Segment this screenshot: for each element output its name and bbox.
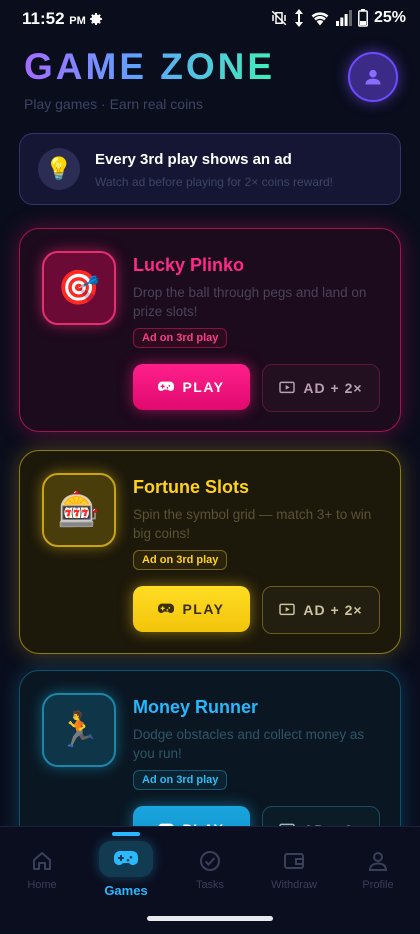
ad-badge: Ad on 3rd play <box>133 328 228 348</box>
game-card-fortune-slots: 🎰 Fortune Slots Spin the symbol grid — m… <box>19 450 401 654</box>
ad-video-icon <box>279 603 296 616</box>
status-time-value: 11:52 <box>22 9 65 28</box>
data-arrows-icon <box>294 9 303 27</box>
battery-icon <box>358 9 368 27</box>
nav-pill <box>99 841 153 877</box>
game-title: Fortune Slots <box>133 477 249 497</box>
battery-percent: 25% <box>373 9 406 26</box>
game-title: Money Runner <box>133 697 259 717</box>
ad-badge: Ad on 3rd play <box>133 550 228 570</box>
target-icon: 🎯 <box>42 251 116 325</box>
nav-item-home[interactable]: Home <box>0 827 84 917</box>
play-label: PLAY <box>182 379 225 395</box>
status-right: 25% <box>270 9 406 27</box>
wifi-icon <box>311 12 329 26</box>
home-indicator[interactable] <box>147 916 273 921</box>
active-indicator <box>112 832 140 836</box>
ad-badge: Ad on 3rd play <box>133 770 228 790</box>
nav-label: Withdraw <box>271 879 317 891</box>
play-button[interactable]: PLAY <box>133 586 250 632</box>
vibrate-off-icon <box>271 10 287 26</box>
person-icon <box>365 69 381 85</box>
lightbulb-icon: 💡 <box>38 148 80 190</box>
nav-label: Tasks <box>195 879 225 891</box>
wallet-icon <box>284 853 304 869</box>
nav-item-games[interactable]: Games <box>84 827 168 917</box>
page-subtitle: Play games · Earn real coins <box>24 96 203 112</box>
banner-title: Every 3rd play shows an ad <box>95 151 292 168</box>
ad-label: AD + 2× <box>303 380 363 396</box>
watch-ad-button[interactable]: AD + 2× <box>262 586 380 634</box>
profile-avatar-button[interactable] <box>348 52 398 102</box>
game-title: Lucky Plinko <box>133 255 245 275</box>
status-bar: 11:52 PM 25% <box>0 0 420 38</box>
game-card-lucky-plinko: 🎯 Lucky Plinko Drop the ball through peg… <box>19 228 401 432</box>
slot-machine-icon: 🎰 <box>42 473 116 547</box>
nav-item-withdraw[interactable]: Withdraw <box>252 827 336 917</box>
ad-label: AD + 2× <box>303 602 363 618</box>
nav-item-profile[interactable]: Profile <box>336 827 420 917</box>
status-ampm: PM <box>69 15 86 27</box>
signal-icon <box>335 10 352 26</box>
game-description: Drop the ball through pegs and land on p… <box>133 285 367 319</box>
ad-info-banner: 💡 Every 3rd play shows an ad Watch ad be… <box>19 133 401 205</box>
nav-label: Games <box>104 883 148 898</box>
nav-item-tasks[interactable]: Tasks <box>168 827 252 917</box>
gamepad-icon <box>158 381 175 391</box>
play-label: PLAY <box>182 601 225 617</box>
home-icon <box>33 852 51 870</box>
page-title: GAME ZONE <box>24 46 276 87</box>
game-description: Dodge obstacles and collect money as you… <box>133 727 365 761</box>
banner-subtitle: Watch ad before playing for 2× coins rew… <box>95 175 334 189</box>
runner-icon: 🏃 <box>42 693 116 767</box>
game-description: Spin the symbol grid — match 3+ to win b… <box>133 507 372 541</box>
nav-label: Profile <box>362 879 394 891</box>
check-circle-icon <box>200 851 220 871</box>
ad-video-icon <box>279 381 296 394</box>
gamepad-icon <box>158 603 175 613</box>
gamepad-icon <box>114 851 138 865</box>
watch-ad-button[interactable]: AD + 2× <box>262 364 380 412</box>
person-icon <box>368 852 388 871</box>
play-button[interactable]: PLAY <box>133 364 250 410</box>
gear-icon <box>90 13 102 25</box>
nav-label: Home <box>27 879 57 891</box>
status-time: 11:52 PM <box>22 9 86 29</box>
